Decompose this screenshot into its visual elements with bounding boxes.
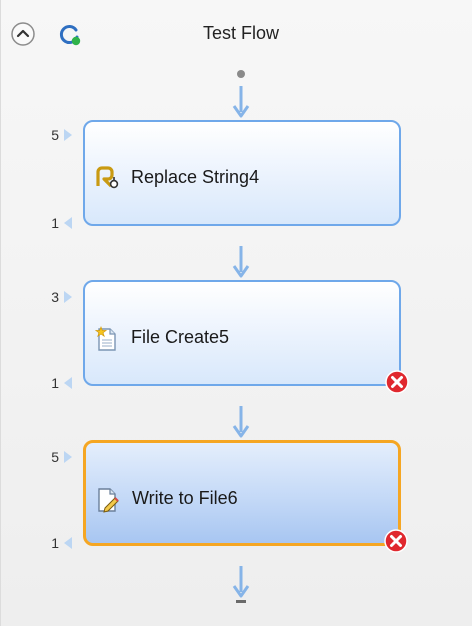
triangle-right-icon [64, 291, 72, 303]
input-count: 5 [51, 449, 59, 465]
input-port[interactable]: 5 [45, 126, 73, 144]
flow-step-selected[interactable]: Write to File6 [83, 440, 408, 553]
step-label: File Create5 [131, 327, 230, 347]
connector-arrow-icon [231, 566, 251, 600]
triangle-right-icon [64, 129, 72, 141]
refresh-status-icon[interactable] [57, 22, 81, 46]
connector-arrow-icon [231, 406, 251, 440]
triangle-right-icon [64, 451, 72, 463]
error-icon[interactable] [384, 529, 408, 553]
input-count: 3 [51, 289, 59, 305]
replace-string-icon [95, 166, 119, 190]
flow-step[interactable]: Replace String4 [83, 120, 401, 226]
file-create-icon [94, 325, 119, 351]
connector-arrow-icon [231, 246, 251, 280]
input-port[interactable]: 5 [45, 448, 73, 466]
error-icon[interactable] [385, 370, 409, 394]
flow-title: Test Flow [202, 23, 280, 43]
flow-start-point [237, 70, 245, 78]
input-count: 5 [51, 127, 59, 143]
output-count: 1 [51, 535, 59, 551]
triangle-left-icon [64, 217, 72, 229]
output-count: 1 [51, 215, 59, 231]
output-count: 1 [51, 375, 59, 391]
flow-end-point [236, 600, 246, 603]
output-port[interactable]: 1 [45, 374, 73, 392]
step-label: Replace String4 [131, 167, 260, 187]
step-label: Write to File6 [132, 488, 238, 508]
flow-panel: Test Flow 5 1 Replace String4 3 1 File C… [0, 0, 472, 626]
output-port[interactable]: 1 [45, 534, 73, 552]
flow-step[interactable]: File Create5 [83, 280, 409, 394]
chevron-up-circle-icon[interactable] [11, 22, 35, 46]
triangle-left-icon [64, 537, 72, 549]
triangle-left-icon [64, 377, 72, 389]
input-port[interactable]: 3 [45, 288, 73, 306]
connector-arrow-icon [231, 86, 251, 120]
output-port[interactable]: 1 [45, 214, 73, 232]
write-file-icon [96, 487, 120, 513]
